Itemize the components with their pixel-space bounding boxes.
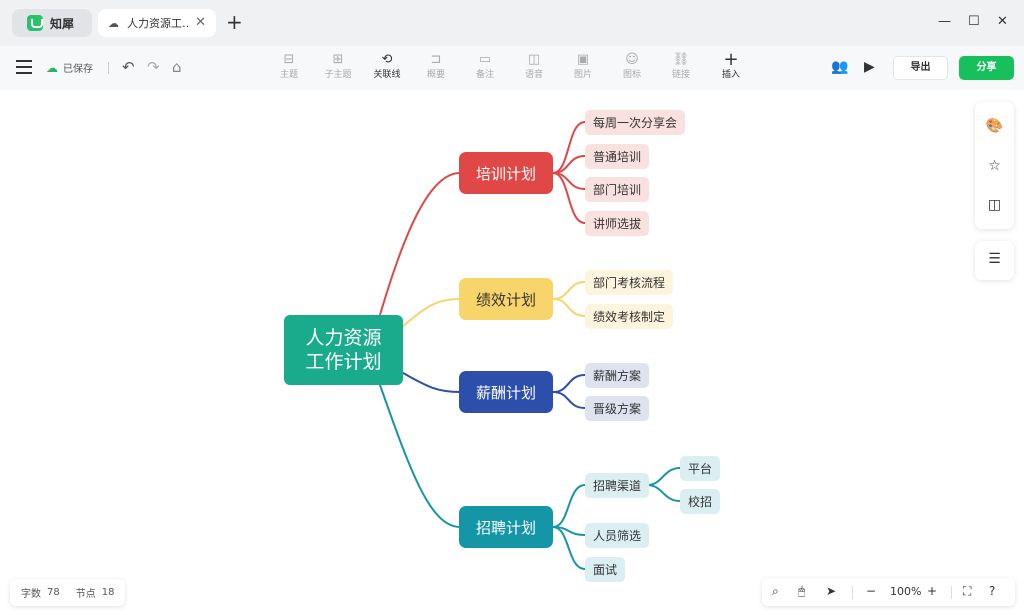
zoom-level[interactable]: 100% (890, 585, 921, 598)
style-panel: 🎨 ☆ ◫ (975, 102, 1014, 229)
central-topic[interactable]: 人力资源 工作计划 (284, 315, 403, 385)
subtopic-dept-training[interactable]: 部门培训 (585, 177, 650, 202)
word-count: 78 (47, 587, 60, 598)
help-icon[interactable]: ? (989, 584, 995, 598)
search-icon[interactable]: ⌕ (772, 584, 779, 599)
node-count: 18 (101, 587, 115, 598)
node-count-label: 节点 (75, 589, 96, 600)
subtopic-promotion-plan[interactable]: 晋级方案 (585, 396, 650, 421)
connector-performance (402, 298, 461, 327)
subtopic-general-training[interactable]: 普通培训 (585, 144, 650, 169)
outline-list-icon[interactable]: ☰ (975, 251, 1014, 267)
layout-icon[interactable]: ◫ (975, 197, 1014, 213)
zoom-out-button[interactable]: − (866, 584, 876, 598)
palette-icon[interactable]: 🎨 (975, 118, 1014, 134)
zoom-divider (852, 586, 853, 599)
connector-salary (402, 372, 461, 393)
word-count-label: 字数 (21, 589, 41, 600)
mouse-mode-icon[interactable]: 🖱 (798, 584, 805, 599)
fit-screen-icon[interactable]: ⛶ (963, 584, 971, 599)
subtopic-interview[interactable]: 面试 (585, 557, 626, 582)
subtopic-campus[interactable]: 校招 (680, 489, 721, 514)
subtopic-perf-formulation[interactable]: 绩效考核制定 (585, 304, 674, 329)
subtopic-lecturer-selection[interactable]: 讲师选拔 (585, 211, 650, 236)
topic-performance[interactable]: 绩效计划 (459, 278, 553, 320)
subtopic-recruit-channels[interactable]: 招聘渠道 (585, 473, 650, 498)
document-stats: 字数 78 节点 18 (10, 579, 125, 606)
outline-panel: ☰ (975, 241, 1014, 280)
subtopic-platform[interactable]: 平台 (680, 456, 721, 481)
subtopic-salary-plan[interactable]: 薪酬方案 (585, 363, 650, 388)
topic-training[interactable]: 培训计划 (459, 152, 553, 194)
topic-salary[interactable]: 薪酬计划 (459, 371, 553, 413)
connector-training (379, 172, 461, 316)
sticker-star-icon[interactable]: ☆ (975, 158, 1014, 174)
zoom-bar: ⌕ 🖱 ➤ − 100% + ⛶ ? (762, 578, 1015, 606)
zoom-divider (951, 586, 952, 599)
subtopic-weekly-share[interactable]: 每周一次分享会 (585, 110, 686, 135)
zoom-in-button[interactable]: + (927, 584, 937, 598)
subtopic-screening[interactable]: 人员筛选 (585, 523, 650, 548)
connector-recruit (379, 384, 461, 528)
navigate-arrow-icon[interactable]: ➤ (826, 584, 836, 598)
subtopic-dept-assessment[interactable]: 部门考核流程 (585, 270, 674, 295)
topic-recruit[interactable]: 招聘计划 (459, 506, 553, 548)
